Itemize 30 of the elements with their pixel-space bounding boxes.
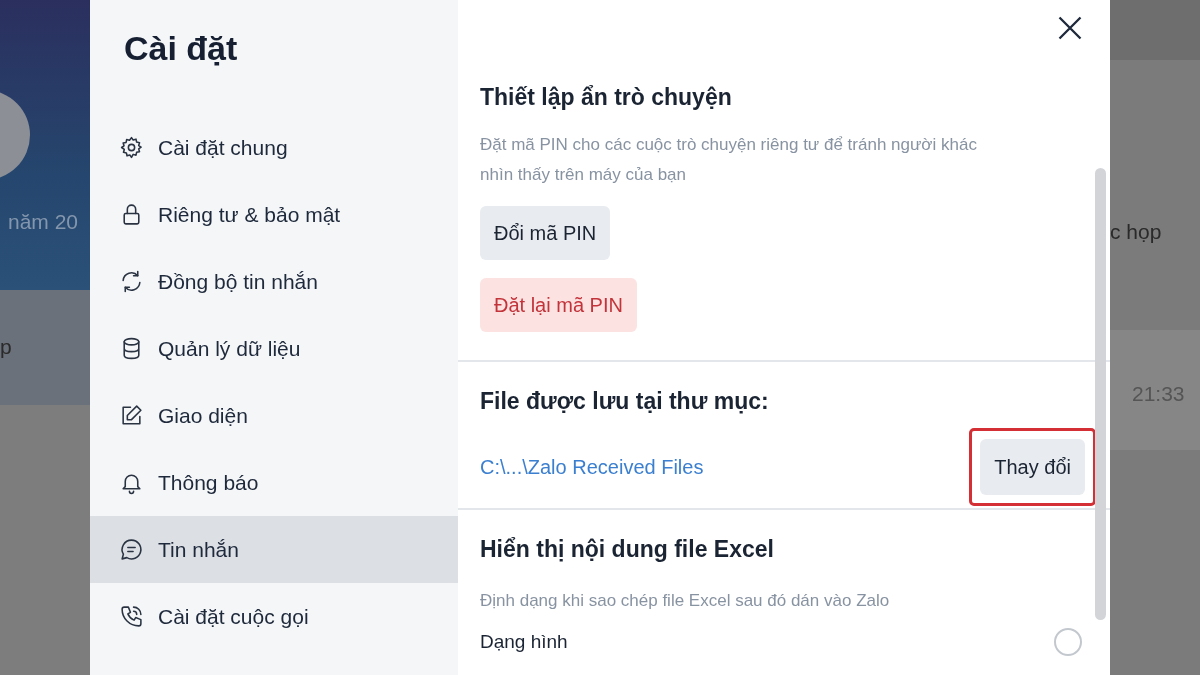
background-text: p bbox=[0, 335, 12, 359]
background-text: c họp bbox=[1110, 220, 1162, 244]
phone-icon bbox=[119, 604, 144, 629]
section-description: Đặt mã PIN cho các cuộc trò chuyện riêng tư để tránh người khác nhìn thấy trên máy của bạn bbox=[480, 134, 978, 186]
close-button[interactable] bbox=[1056, 14, 1084, 42]
change-folder-button[interactable]: Thay đổi bbox=[980, 439, 1085, 495]
chat-bubble-icon bbox=[119, 537, 144, 562]
background-text: năm 20 bbox=[8, 210, 79, 234]
folder-path-link[interactable]: C:\...\Zalo Received Files bbox=[480, 455, 704, 479]
edit-icon bbox=[119, 403, 144, 428]
radio-button[interactable] bbox=[1054, 628, 1082, 656]
sidebar-item[interactable]: Cài đặt chung bbox=[90, 114, 458, 181]
section-heading: Hiển thị nội dung file Excel bbox=[480, 535, 775, 564]
settings-title: Cài đặt bbox=[123, 28, 239, 69]
sync-icon bbox=[119, 269, 144, 294]
change-pin-button[interactable]: Đổi mã PIN bbox=[480, 206, 611, 260]
section-heading: Thiết lập ẩn trò chuyện bbox=[480, 83, 733, 112]
option-label: Dạng hình bbox=[480, 631, 568, 653]
section-heading: File được lưu tại thư mục: bbox=[480, 387, 770, 416]
gear-icon bbox=[119, 135, 144, 160]
sidebar-item[interactable]: Giao diện bbox=[90, 382, 458, 449]
sidebar-item[interactable]: Cài đặt cuộc gọi bbox=[90, 583, 458, 650]
sidebar-item[interactable]: Thông báo bbox=[90, 449, 458, 516]
sidebar-item[interactable]: Tin nhắn bbox=[90, 516, 458, 583]
reset-pin-button[interactable]: Đặt lại mã PIN bbox=[480, 278, 637, 332]
section-description: Định dạng khi sao chép file Excel sau đó dán vào Zalo bbox=[480, 590, 891, 612]
sidebar-item[interactable]: Đồng bộ tin nhắn bbox=[90, 248, 458, 315]
sidebar-item[interactable]: Quản lý dữ liệu bbox=[90, 315, 458, 382]
scrollbar[interactable] bbox=[1095, 168, 1106, 620]
sidebar-item[interactable]: Riêng tư & bảo mật bbox=[90, 181, 458, 248]
